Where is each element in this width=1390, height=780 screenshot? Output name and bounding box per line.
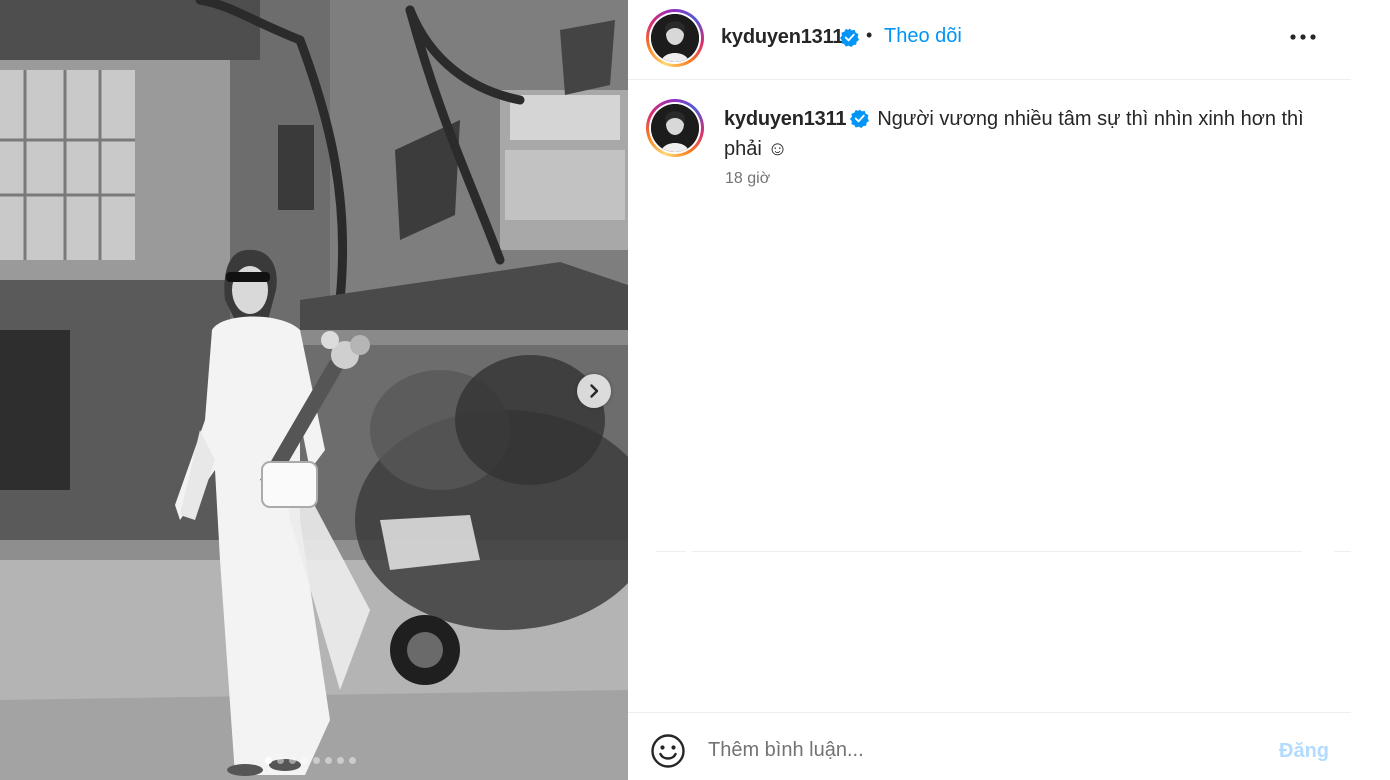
comment-input[interactable] (708, 735, 1248, 765)
carousel-dot (265, 757, 272, 764)
carousel-dot (337, 757, 344, 764)
verified-badge-icon (850, 109, 870, 136)
separator-dot: • (866, 25, 873, 45)
emoji-icon (651, 734, 685, 768)
story-ring[interactable] (646, 99, 704, 157)
divider (656, 551, 686, 552)
post-timestamp[interactable]: 18 giờ (725, 170, 770, 188)
chevron-right-icon (590, 384, 599, 398)
more-options-icon (1290, 34, 1316, 40)
carousel-dot (301, 757, 308, 764)
avatar[interactable] (651, 104, 699, 152)
post-comment-button[interactable]: Đăng (1279, 740, 1329, 763)
comment-bar: Đăng (628, 712, 1351, 780)
divider (1334, 551, 1351, 552)
caption: kyduyen1311 Người vương nhiều tâm sự thì… (724, 106, 1314, 163)
username-link[interactable]: kyduyen1311 (721, 26, 844, 49)
follow-button[interactable]: Theo dõi (884, 25, 962, 48)
story-ring[interactable] (646, 9, 704, 67)
carousel-dot (349, 757, 356, 764)
carousel-dot (313, 757, 320, 764)
post-media[interactable] (0, 0, 628, 780)
post-details-panel: kyduyen1311 • Theo dõi kyduyen1311 Người… (628, 0, 1351, 780)
carousel-dot (325, 757, 332, 764)
divider (692, 551, 1302, 552)
emoji-button[interactable] (650, 733, 686, 769)
caption-username-link[interactable]: kyduyen1311 (724, 108, 847, 130)
post-photo (0, 0, 628, 780)
avatar[interactable] (651, 14, 699, 62)
next-image-button[interactable] (577, 374, 611, 408)
more-options-button[interactable] (1288, 25, 1318, 49)
carousel-dot (289, 757, 296, 764)
carousel-indicator (265, 757, 356, 764)
verified-badge-icon (840, 28, 859, 52)
carousel-dot (277, 757, 284, 764)
post-header: kyduyen1311 • Theo dõi (628, 0, 1351, 80)
